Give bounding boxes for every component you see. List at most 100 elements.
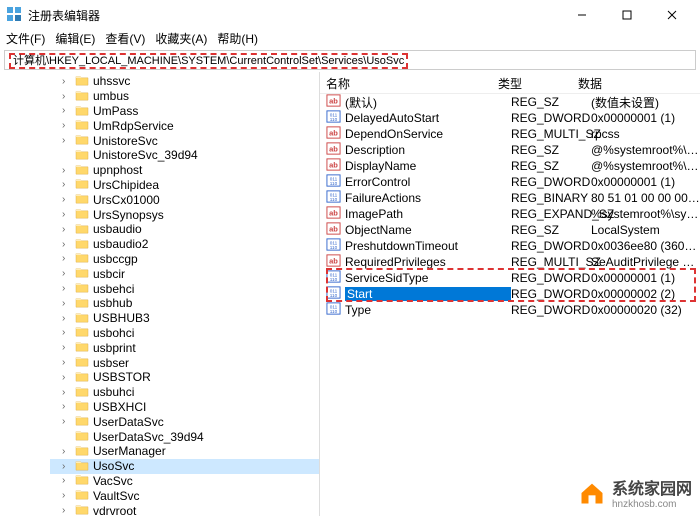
tree-item[interactable]: ›UserDataSvc <box>50 414 319 429</box>
expander-icon[interactable]: › <box>62 165 72 176</box>
expander-icon[interactable]: › <box>62 283 72 294</box>
value-row[interactable]: ObjectNameREG_SZLocalSystem <box>320 222 700 238</box>
header-name[interactable]: 名称 <box>320 72 492 93</box>
folder-icon <box>75 414 89 429</box>
tree-item[interactable]: ›UrsSynopsys <box>50 207 319 222</box>
value-row[interactable]: ServiceSidTypeREG_DWORD0x00000001 (1) <box>320 270 700 286</box>
expander-icon[interactable]: › <box>62 490 72 501</box>
value-type: REG_SZ <box>511 159 591 173</box>
expander-icon[interactable]: › <box>62 313 72 324</box>
value-row[interactable]: TypeREG_DWORD0x00000020 (32) <box>320 302 700 318</box>
list-panel[interactable]: 名称 类型 数据 (默认)REG_SZ(数值未设置)DelayedAutoSta… <box>320 72 700 516</box>
value-row[interactable]: FailureActionsREG_BINARY80 51 01 00 00 0… <box>320 190 700 206</box>
tree-item[interactable]: ›upnphost <box>50 163 319 178</box>
value-data: 0x00000001 (1) <box>591 175 700 189</box>
value-name: ImagePath <box>345 207 511 221</box>
expander-icon[interactable]: › <box>62 209 72 220</box>
tree-item[interactable]: ›uhssvc <box>50 74 319 89</box>
tree-item[interactable]: ›usbprint <box>50 340 319 355</box>
folder-icon <box>75 340 89 355</box>
tree-item[interactable]: ›UserManager <box>50 444 319 459</box>
address-bar[interactable]: 计算机\HKEY_LOCAL_MACHINE\SYSTEM\CurrentCon… <box>4 50 696 70</box>
tree-item-label: usbser <box>93 356 129 370</box>
tree-item[interactable]: ›UnistoreSvc <box>50 133 319 148</box>
expander-icon[interactable]: › <box>62 135 72 146</box>
tree-item[interactable]: › VacSvc <box>50 474 319 489</box>
tree-item[interactable]: ›USBSTOR <box>50 370 319 385</box>
menu-favorites[interactable]: 收藏夹(A) <box>155 30 207 50</box>
expander-icon[interactable]: › <box>62 179 72 190</box>
menu-file[interactable]: 文件(F) <box>6 30 45 50</box>
expander-icon[interactable]: › <box>62 224 72 235</box>
header-type[interactable]: 类型 <box>492 72 572 93</box>
menu-view[interactable]: 查看(V) <box>105 30 145 50</box>
expander-icon[interactable]: › <box>62 239 72 250</box>
maximize-button[interactable] <box>604 0 649 30</box>
tree-item[interactable]: ›usbccgp <box>50 252 319 267</box>
folder-icon <box>75 296 89 311</box>
folder-icon <box>75 237 89 252</box>
tree-item[interactable]: ›umbus <box>50 89 319 104</box>
folder-icon <box>75 281 89 296</box>
value-row[interactable]: ImagePathREG_EXPAND_SZ%systemroot%\syste… <box>320 206 700 222</box>
tree-item[interactable]: ›UmPass <box>50 104 319 119</box>
tree-item[interactable]: ›UmRdpService <box>50 118 319 133</box>
value-row[interactable]: DelayedAutoStartREG_DWORD0x00000001 (1) <box>320 110 700 126</box>
value-row[interactable]: RequiredPrivilegesREG_MULTI_SZSeAuditPri… <box>320 254 700 270</box>
tree-item[interactable]: UnistoreSvc_39d94 <box>50 148 319 163</box>
value-row[interactable]: PreshutdownTimeoutREG_DWORD0x0036ee80 (3… <box>320 238 700 254</box>
tree-item[interactable]: › UrsChipidea <box>50 178 319 193</box>
close-button[interactable] <box>649 0 694 30</box>
value-row[interactable]: StartREG_DWORD0x00000002 (2) <box>320 286 700 302</box>
expander-icon[interactable]: › <box>62 387 72 398</box>
expander-icon[interactable]: › <box>62 342 72 353</box>
tree-item-label: usbaudio <box>93 222 142 236</box>
tree-panel[interactable]: ›uhssvc›umbus›UmPass›UmRdpService›Unisto… <box>0 72 320 516</box>
tree-item[interactable]: › usbser <box>50 355 319 370</box>
tree-item[interactable]: UserDataSvc_39d94 <box>50 429 319 444</box>
value-icon <box>326 301 341 319</box>
menu-edit[interactable]: 编辑(E) <box>55 30 95 50</box>
expander-icon[interactable]: › <box>62 194 72 205</box>
expander-icon[interactable]: › <box>62 372 72 383</box>
menu-help[interactable]: 帮助(H) <box>217 30 258 50</box>
value-row[interactable]: DisplayNameREG_SZ@%systemroot%\system3 <box>320 158 700 174</box>
tree-item[interactable]: ›vdrvroot <box>50 503 319 516</box>
minimize-button[interactable] <box>559 0 604 30</box>
expander-icon[interactable]: › <box>62 357 72 368</box>
tree-item[interactable]: ›usbehci <box>50 281 319 296</box>
tree-item[interactable]: ›UsoSvc <box>50 459 319 474</box>
titlebar: 注册表编辑器 <box>0 0 700 30</box>
value-row[interactable]: DependOnServiceREG_MULTI_SZrpcss <box>320 126 700 142</box>
expander-icon[interactable]: › <box>62 416 72 427</box>
expander-icon[interactable]: › <box>62 446 72 457</box>
tree-item[interactable]: ›usbaudio2 <box>50 237 319 252</box>
header-data[interactable]: 数据 <box>572 72 700 93</box>
expander-icon[interactable]: › <box>62 253 72 264</box>
tree-item-label: VacSvc <box>93 474 133 488</box>
expander-icon[interactable]: › <box>62 105 72 116</box>
tree-item-label: UrsChipidea <box>93 178 159 192</box>
expander-icon[interactable]: › <box>62 76 72 87</box>
expander-icon[interactable]: › <box>62 505 72 516</box>
expander-icon[interactable]: › <box>62 91 72 102</box>
tree-item[interactable]: ›usbohci <box>50 326 319 341</box>
expander-icon[interactable]: › <box>62 475 72 486</box>
tree-item[interactable]: ›usbhub <box>50 296 319 311</box>
value-row[interactable]: (默认)REG_SZ(数值未设置) <box>320 94 700 110</box>
expander-icon[interactable]: › <box>62 401 72 412</box>
expander-icon[interactable]: › <box>62 298 72 309</box>
expander-icon[interactable]: › <box>62 120 72 131</box>
expander-icon[interactable]: › <box>62 461 72 472</box>
tree-item[interactable]: ›usbcir <box>50 266 319 281</box>
expander-icon[interactable]: › <box>62 268 72 279</box>
tree-item[interactable]: ›UrsCx01000 <box>50 192 319 207</box>
tree-item[interactable]: ›USBXHCI <box>50 400 319 415</box>
tree-item[interactable]: ›USBHUB3 <box>50 311 319 326</box>
tree-item[interactable]: ›VaultSvc <box>50 488 319 503</box>
value-row[interactable]: ErrorControlREG_DWORD0x00000001 (1) <box>320 174 700 190</box>
expander-icon[interactable]: › <box>62 327 72 338</box>
tree-item[interactable]: › usbaudio <box>50 222 319 237</box>
tree-item[interactable]: ›usbuhci <box>50 385 319 400</box>
value-row[interactable]: DescriptionREG_SZ@%systemroot%\system3 <box>320 142 700 158</box>
